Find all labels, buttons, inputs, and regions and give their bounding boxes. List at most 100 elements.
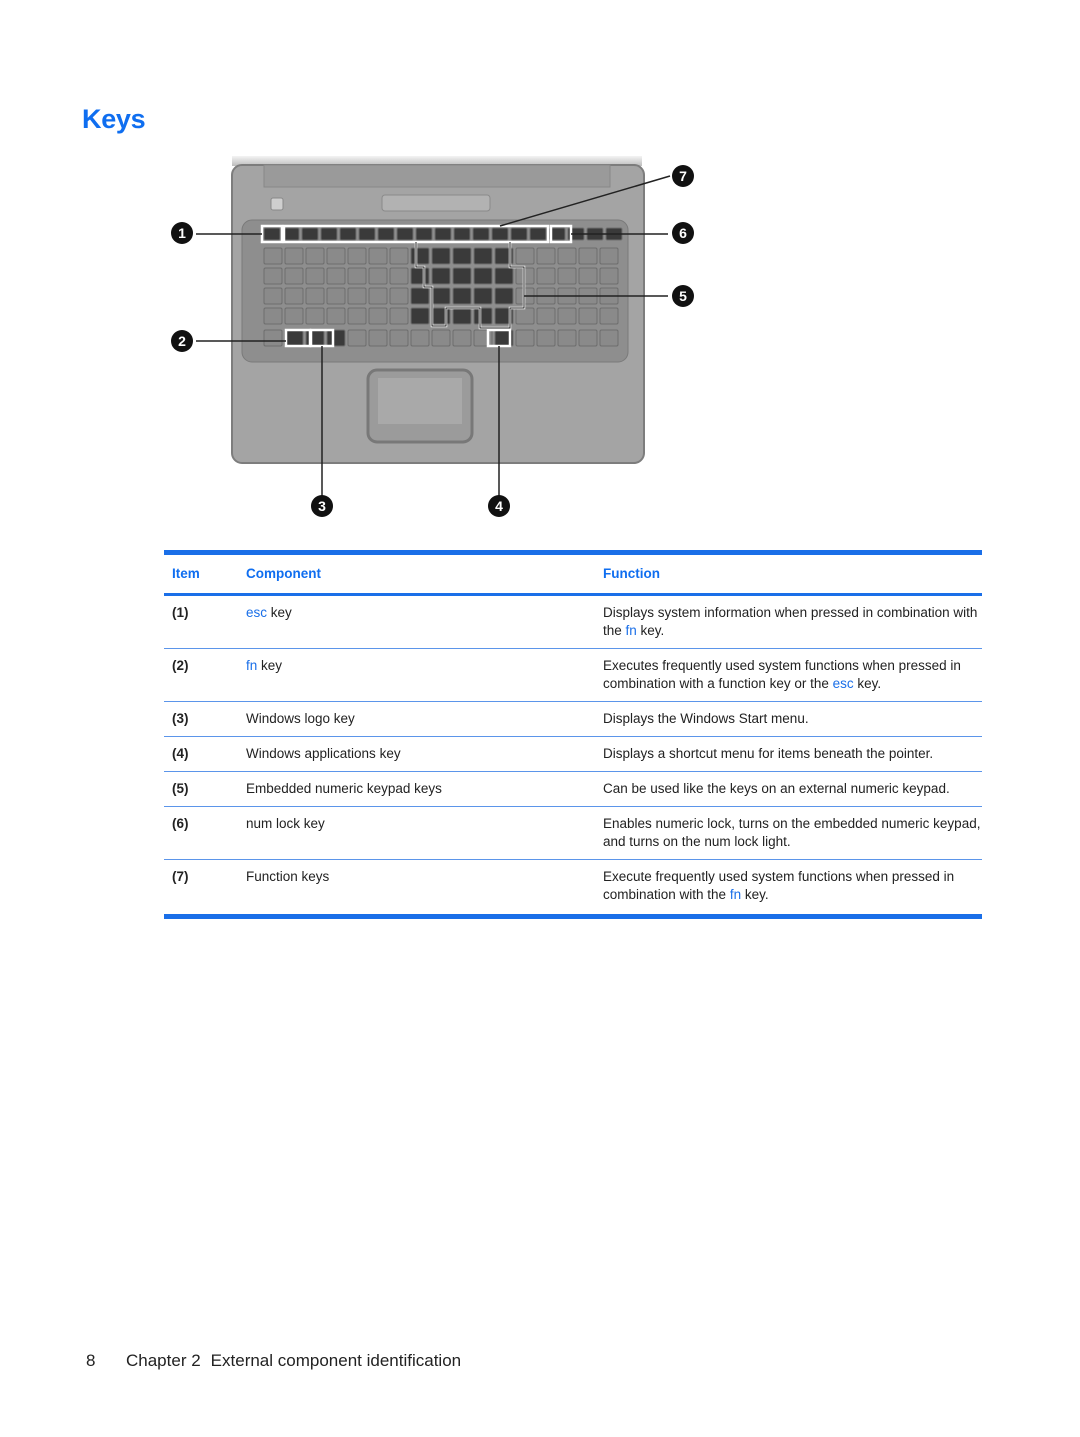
keyboard-key — [557, 247, 577, 265]
keyboard-key — [415, 227, 433, 241]
keyboard-key — [389, 329, 409, 347]
keyboard-key — [515, 307, 535, 325]
keyboard-key — [389, 307, 409, 325]
keyboard-key — [396, 227, 414, 241]
svg-text:4: 4 — [495, 498, 503, 514]
keyboard-key — [494, 267, 514, 285]
component-text: Function keys — [246, 869, 330, 884]
keyboard-key — [578, 329, 598, 347]
keyboard-key — [358, 227, 376, 241]
function-link[interactable]: esc — [833, 676, 854, 691]
callout-6: 6 — [672, 222, 694, 244]
keyboard-key — [347, 267, 367, 285]
keyboard-key — [326, 307, 346, 325]
keyboard-key — [557, 307, 577, 325]
keyboard-key — [536, 267, 556, 285]
row-function: Executes frequently used system function… — [603, 657, 982, 693]
keyboard-key — [263, 227, 281, 241]
svg-text:1: 1 — [178, 225, 186, 241]
keyboard-key — [473, 329, 493, 347]
row-item: (7) — [172, 869, 189, 884]
keyboard-key — [301, 227, 319, 241]
keyboard-key — [305, 307, 325, 325]
svg-text:2: 2 — [178, 333, 186, 349]
keyboard-key — [473, 267, 493, 285]
function-text-end: key. — [853, 676, 882, 691]
row-component: fn key — [246, 657, 603, 693]
keyboard-key — [347, 307, 367, 325]
table-row: (5) Embedded numeric keypad keys Can be us… — [164, 772, 982, 807]
keyboard-key — [326, 267, 346, 285]
keyboard-key — [347, 329, 367, 347]
keyboard-key — [578, 267, 598, 285]
function-link[interactable]: fn — [730, 887, 741, 902]
keyboard-key — [510, 227, 528, 241]
function-text: Executes frequently used system function… — [603, 658, 961, 691]
row-item: (6) — [172, 816, 189, 831]
component-text: Windows applications key — [246, 746, 401, 761]
function-link[interactable]: fn — [626, 623, 637, 638]
keyboard-key — [452, 287, 472, 305]
keyboard-illustration: 1 2 3 4 5 6 7 — [171, 156, 694, 517]
callout-7: 7 — [672, 165, 694, 187]
keyboard-key — [320, 227, 338, 241]
function-text-end: key. — [741, 887, 769, 902]
hinge — [263, 164, 611, 188]
function-text: Displays the Windows Start menu. — [603, 711, 809, 726]
keyboard-key — [431, 267, 451, 285]
page-number: 8 — [86, 1351, 96, 1370]
keyboard-key — [410, 329, 430, 347]
keyboard-key — [431, 307, 451, 325]
row-component: num lock key — [246, 815, 603, 851]
keyboard-key — [263, 329, 283, 347]
component-link[interactable]: esc — [246, 605, 267, 620]
keyboard-key — [431, 287, 451, 305]
keyboard-key — [599, 267, 619, 285]
row-function: Enables numeric lock, turns on the embed… — [603, 815, 982, 851]
keyboard-key — [431, 329, 451, 347]
keyboard-key — [347, 247, 367, 265]
row-function: Can be used like the keys on an external… — [603, 780, 982, 798]
keyboard-key — [529, 227, 547, 241]
keyboard-key — [368, 329, 388, 347]
table-row: (3) Windows logo key Displays the Windows … — [164, 702, 982, 737]
touchpad-surface — [378, 378, 462, 424]
media-buttons — [381, 194, 491, 212]
keyboard-key — [305, 267, 325, 285]
page-title: Keys — [82, 104, 146, 134]
keyboard-key — [326, 247, 346, 265]
function-text: Can be used like the keys on an external… — [603, 781, 950, 796]
table-bottom-rule — [164, 914, 982, 919]
row-component: Windows logo key — [246, 710, 603, 728]
header-component: Component — [246, 566, 321, 581]
keyboard-key — [284, 329, 304, 347]
table-row: (2) fn key Executes frequently used system… — [164, 649, 982, 702]
keyboard-key — [494, 287, 514, 305]
keyboard-key — [410, 287, 430, 305]
callout-1: 1 — [171, 222, 193, 244]
row-component: Function keys — [246, 868, 603, 904]
table-row: (7) Function keys Execute frequently used … — [164, 860, 982, 914]
table-header: Item Component Function — [164, 555, 982, 593]
callout-3: 3 — [311, 495, 333, 517]
section-title: External component identification — [210, 1351, 462, 1370]
power-button-icon — [270, 197, 284, 211]
keyboard-key — [578, 307, 598, 325]
table-row: (6) num lock key Enables numeric lock, tur… — [164, 807, 982, 860]
keyboard-key — [578, 247, 598, 265]
row-component: Embedded numeric keypad keys — [246, 780, 603, 798]
keyboard-key — [389, 287, 409, 305]
keyboard-key — [452, 329, 472, 347]
function-text: Displays a shortcut menu for items benea… — [603, 746, 934, 761]
component-link[interactable]: fn — [246, 658, 257, 673]
keyboard-key — [473, 247, 493, 265]
callout-2: 2 — [171, 330, 193, 352]
table-row: (4) Windows applications key Displays a sh… — [164, 737, 982, 772]
keyboard-key — [389, 267, 409, 285]
keyboard-key — [410, 267, 430, 285]
keyboard-key — [284, 247, 304, 265]
keyboard-key — [536, 247, 556, 265]
keys-table: Item Component Function (1) esc key Displa… — [164, 550, 982, 919]
keyboard-key — [305, 329, 325, 347]
row-item: (2) — [172, 658, 189, 673]
